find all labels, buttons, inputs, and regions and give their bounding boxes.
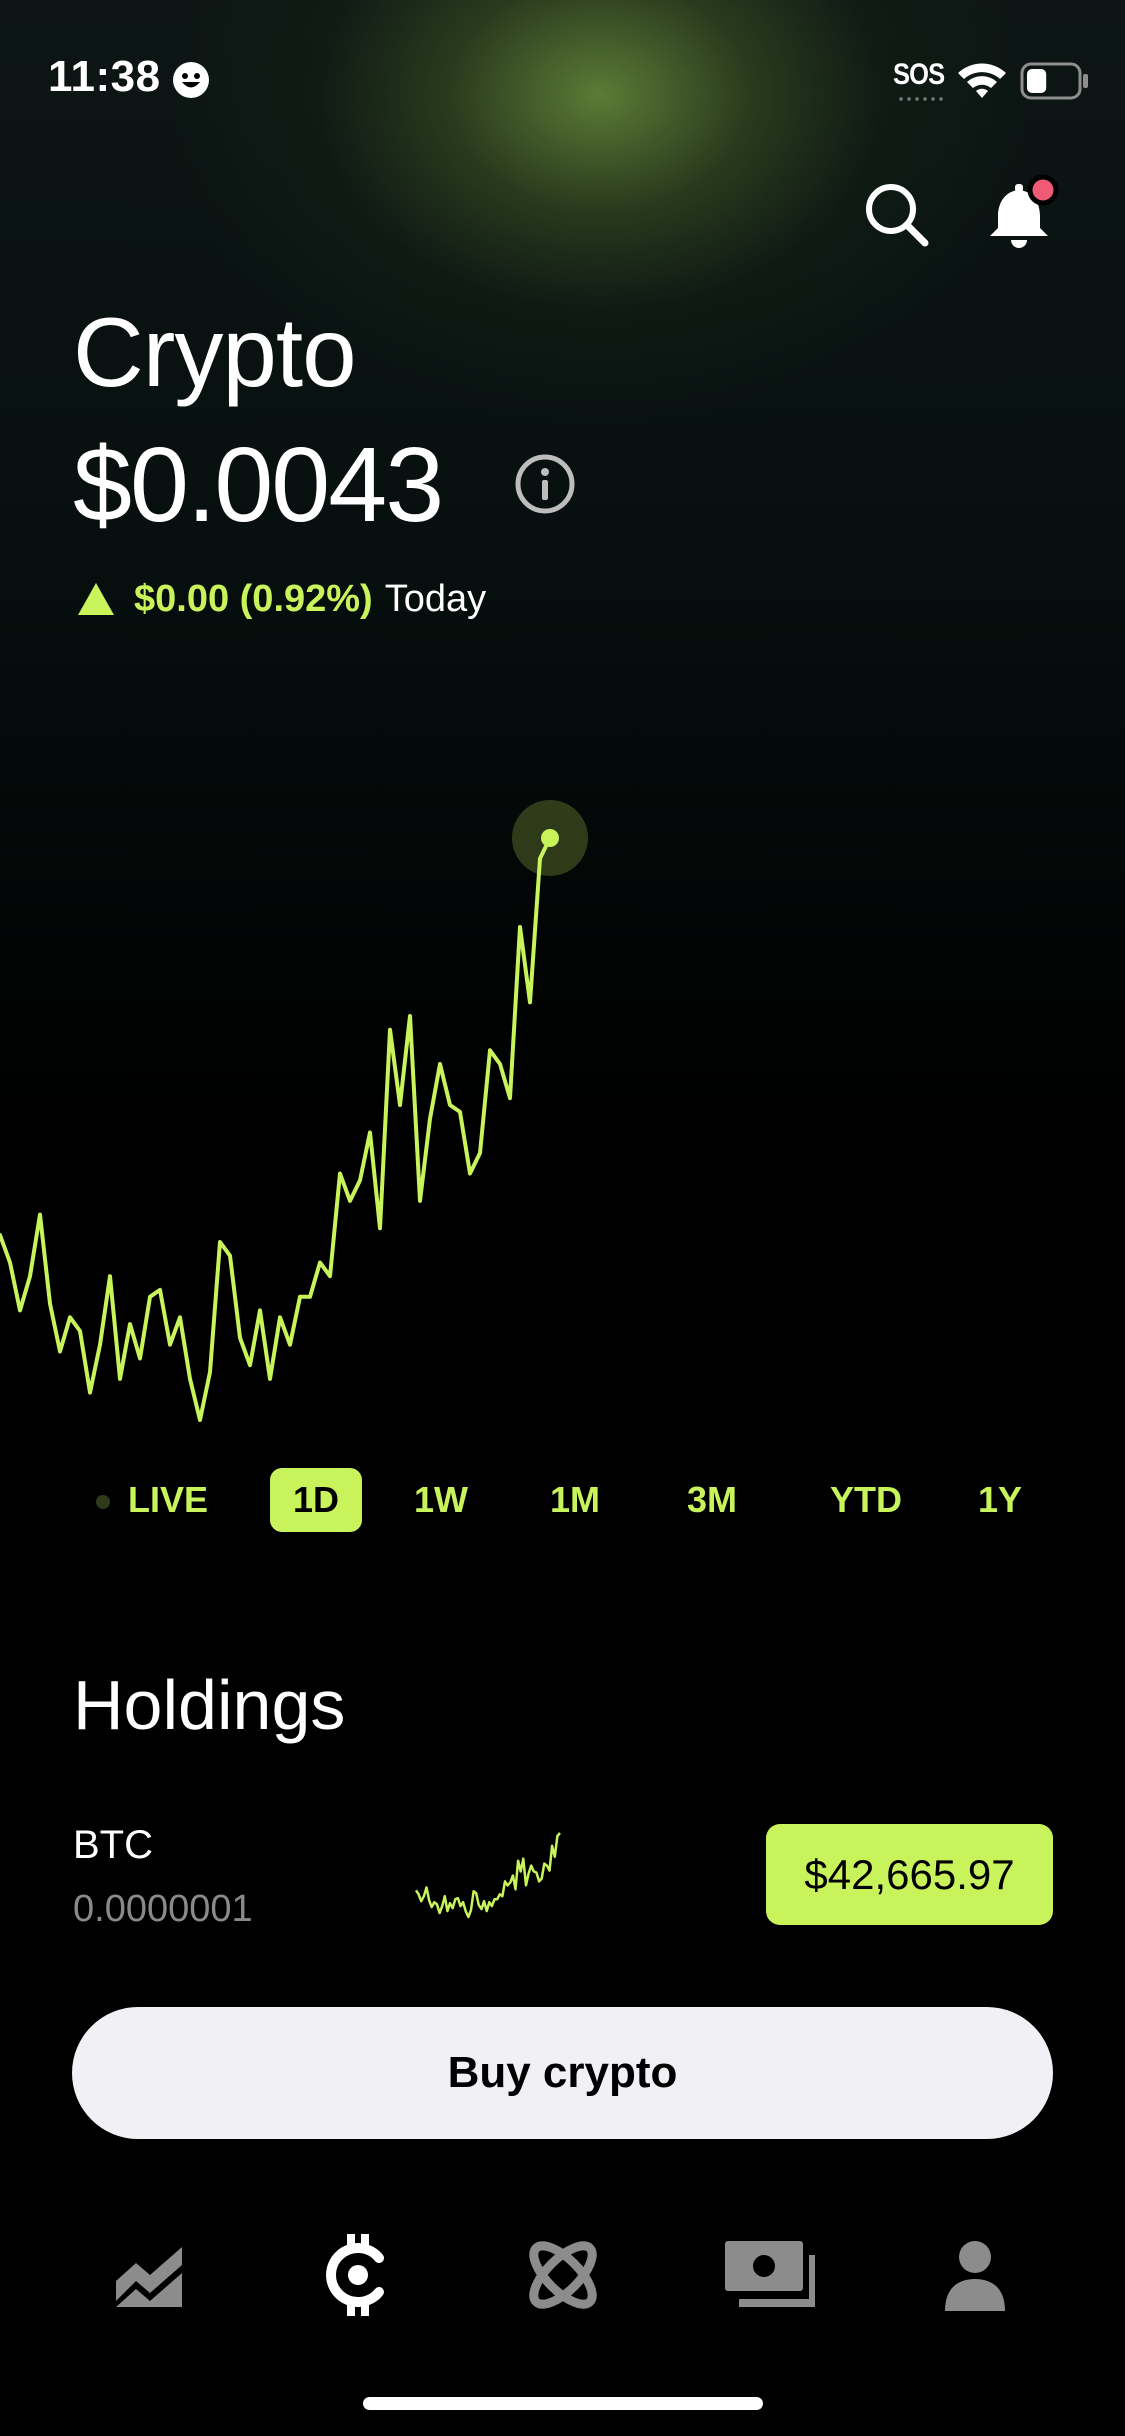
range-ytd[interactable]: YTD bbox=[820, 1468, 912, 1532]
change-period: Today bbox=[384, 577, 487, 620]
notifications-button[interactable] bbox=[982, 172, 1064, 254]
cash-card-icon bbox=[725, 2241, 815, 2307]
chart-current-point bbox=[541, 829, 559, 847]
sparkline-line bbox=[414, 1832, 561, 1919]
battery-icon bbox=[1020, 62, 1090, 105]
holding-symbol: BTC bbox=[73, 1823, 153, 1867]
smiley-icon bbox=[173, 62, 209, 98]
range-1d[interactable]: 1D bbox=[270, 1468, 362, 1532]
holding-price[interactable]: $42,665.97 bbox=[766, 1824, 1053, 1925]
search-button[interactable] bbox=[862, 180, 932, 250]
buy-crypto-button[interactable]: Buy crypto bbox=[72, 2007, 1053, 2139]
range-live[interactable]: LIVE bbox=[80, 1468, 220, 1532]
time-range-selector: LIVE 1D 1W 1M 3M YTD 1Y bbox=[80, 1468, 1040, 1532]
search-icon bbox=[866, 184, 929, 247]
nav-explore[interactable] bbox=[508, 2230, 618, 2320]
range-1w[interactable]: 1W bbox=[401, 1468, 481, 1532]
range-1y[interactable]: 1Y bbox=[960, 1468, 1040, 1532]
nav-account[interactable] bbox=[920, 2230, 1030, 2320]
explore-atom-icon bbox=[529, 2241, 597, 2309]
range-label: 1D bbox=[292, 1479, 340, 1520]
portfolio-balance: $0.0043 bbox=[73, 426, 444, 544]
nav-crypto[interactable] bbox=[302, 2230, 412, 2320]
carrier-label: SOS bbox=[893, 58, 945, 91]
range-label: 1M bbox=[549, 1479, 600, 1520]
profile-icon bbox=[945, 2241, 1005, 2311]
live-dot-icon bbox=[96, 1495, 110, 1509]
range-label: 1Y bbox=[977, 1479, 1023, 1520]
crypto-icon bbox=[326, 2234, 384, 2316]
range-1m[interactable]: 1M bbox=[535, 1468, 615, 1532]
home-indicator bbox=[363, 2397, 763, 2410]
investing-chart-icon bbox=[116, 2247, 182, 2307]
holding-quantity: 0.0000001 bbox=[73, 1888, 253, 1930]
nav-cash[interactable] bbox=[714, 2230, 824, 2320]
range-3m[interactable]: 3M bbox=[672, 1468, 752, 1532]
wifi-icon bbox=[956, 60, 1008, 105]
chart-series-line bbox=[0, 836, 552, 1422]
range-label: YTD bbox=[830, 1479, 902, 1520]
signal-dots-icon bbox=[897, 97, 943, 101]
status-time: 11:38 bbox=[48, 52, 161, 101]
up-arrow-icon bbox=[78, 583, 114, 615]
price-chart[interactable] bbox=[0, 780, 1125, 1430]
holdings-title: Holdings bbox=[73, 1666, 346, 1744]
range-label: 3M bbox=[686, 1479, 737, 1520]
crypto-screen: 11:38 SOS Crypto $0.0043 $0.00 (0.92%) T… bbox=[0, 0, 1125, 2436]
range-label: 1W bbox=[414, 1479, 468, 1520]
bell-icon bbox=[990, 174, 1059, 248]
holding-sparkline bbox=[414, 1832, 561, 1919]
change-value: $0.00 (0.92%) bbox=[134, 577, 373, 620]
info-button[interactable] bbox=[513, 452, 577, 516]
nav-investing[interactable] bbox=[95, 2230, 205, 2320]
info-icon bbox=[515, 454, 575, 514]
daily-change: $0.00 (0.92%) Today bbox=[78, 575, 486, 623]
page-title: Crypto bbox=[73, 297, 357, 407]
range-label: LIVE bbox=[127, 1479, 208, 1520]
